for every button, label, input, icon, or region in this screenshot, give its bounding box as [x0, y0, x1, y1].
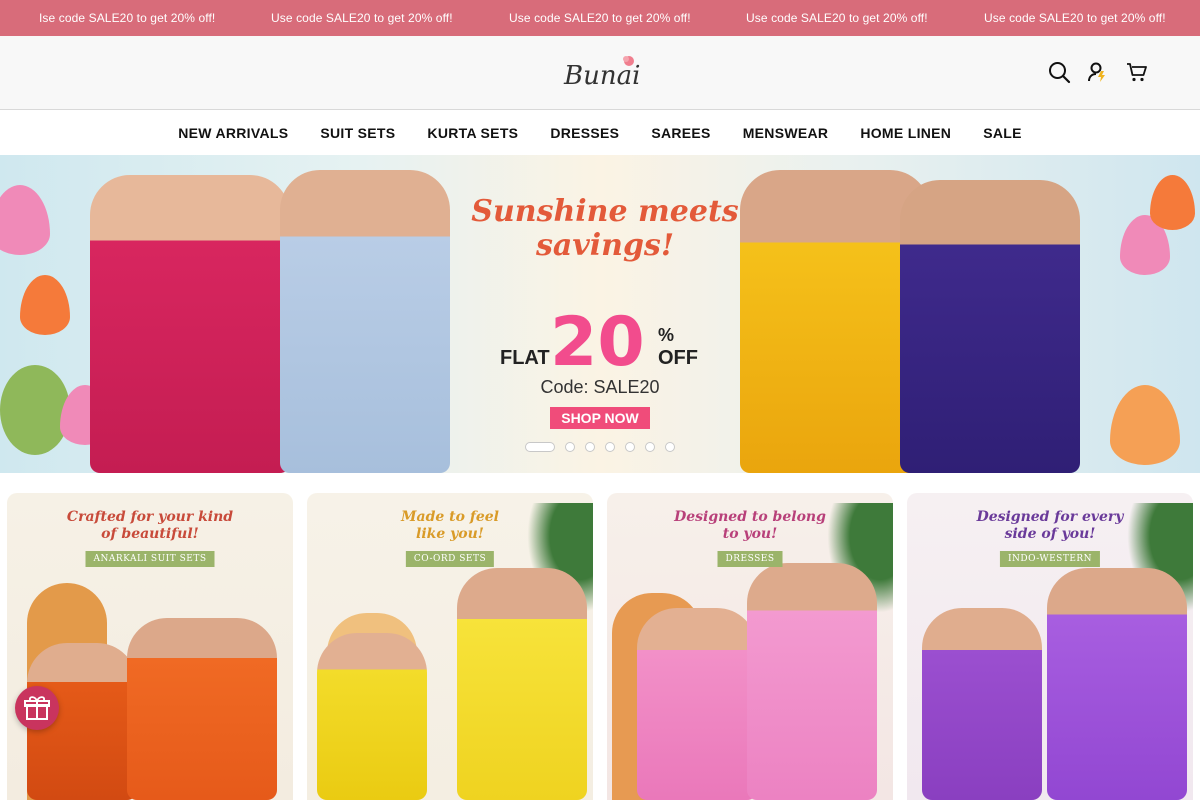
- card-title-line1: Made to feel: [401, 509, 499, 525]
- announcement-message: Use code SALE20 to get 20% off!: [984, 11, 1166, 25]
- model-figure: [127, 618, 277, 800]
- nav-item-menswear[interactable]: MENSWEAR: [743, 125, 829, 141]
- card-tag: DRESSES: [717, 551, 783, 567]
- nav-item-dresses[interactable]: DRESSES: [550, 125, 619, 141]
- lotus-decoration: [0, 185, 50, 255]
- slider-dot[interactable]: [565, 442, 575, 452]
- model-figure: [900, 180, 1080, 473]
- slider-dot[interactable]: [625, 442, 635, 452]
- hero-headline-line2: savings!: [535, 228, 674, 263]
- card-tag: ANARKALI SUIT SETS: [85, 551, 215, 567]
- model-figure: [317, 633, 427, 800]
- slider-dot[interactable]: [605, 442, 615, 452]
- hero-headline: Sunshine meets savings!: [470, 195, 740, 263]
- card-tag: CO-ORD SETS: [405, 551, 495, 567]
- card-title-line2: side of you!: [1004, 526, 1096, 542]
- model-figure: [922, 608, 1042, 800]
- lotus-decoration: [20, 275, 70, 335]
- card-title-line1: Crafted for your kind: [66, 509, 234, 525]
- offer-amount: 20: [550, 303, 645, 382]
- offer-percent: %: [658, 325, 675, 345]
- nav-item-home-linen[interactable]: HOME LINEN: [860, 125, 951, 141]
- slider-dot[interactable]: [645, 442, 655, 452]
- card-title-line1: Designed to belong: [674, 509, 826, 525]
- card-title-line2: of beautiful!: [101, 526, 199, 542]
- nav-item-new-arrivals[interactable]: NEW ARRIVALS: [178, 125, 288, 141]
- card-title: Designed for every side of you!: [907, 509, 1193, 543]
- lotus-decoration: [1150, 175, 1195, 230]
- offer-off: OFF: [658, 347, 698, 369]
- nav-item-sale[interactable]: SALE: [983, 125, 1022, 141]
- model-figure: [280, 170, 450, 473]
- gift-rewards-button[interactable]: [15, 686, 59, 730]
- announcement-message: Ise code SALE20 to get 20% off!: [39, 11, 216, 25]
- offer-flat: FLAT: [500, 347, 550, 369]
- model-figure: [747, 563, 877, 800]
- promo-code: Code: SALE20: [540, 377, 660, 397]
- model-figure: [90, 175, 290, 473]
- announcement-message: Use code SALE20 to get 20% off!: [271, 11, 453, 25]
- slider-dot-active[interactable]: [525, 442, 555, 452]
- gift-icon: [24, 696, 50, 720]
- brand-logo[interactable]: Bunai: [560, 54, 640, 92]
- model-figure: [457, 568, 587, 800]
- leaf-decoration: [0, 365, 70, 455]
- hero-headline-line1: Sunshine meets: [471, 194, 739, 229]
- category-card-anarkali[interactable]: Crafted for your kind of beautiful! ANAR…: [7, 493, 293, 800]
- card-title-line1: Designed for every: [976, 509, 1124, 525]
- card-title: Made to feel like you!: [307, 509, 593, 543]
- hero-offer: FLAT 20 % OFF: [500, 303, 700, 382]
- card-title-line2: like you!: [416, 526, 484, 542]
- nav-item-kurta-sets[interactable]: KURTA SETS: [427, 125, 518, 141]
- card-title-line2: to you!: [722, 526, 778, 542]
- search-icon[interactable]: [1047, 60, 1071, 84]
- card-title: Designed to belong to you!: [607, 509, 893, 543]
- announcement-message: Use code SALE20 to get 20% off!: [746, 11, 928, 25]
- shop-now-button[interactable]: SHOP NOW: [550, 407, 650, 429]
- category-card-dresses[interactable]: Designed to belong to you! DRESSES: [607, 493, 893, 800]
- nav-item-suit-sets[interactable]: SUIT SETS: [320, 125, 395, 141]
- announcement-message: Use code SALE20 to get 20% off!: [509, 11, 691, 25]
- model-figure: [1047, 568, 1187, 800]
- cart-icon[interactable]: [1125, 60, 1149, 84]
- model-figure: [637, 608, 757, 800]
- slider-dot[interactable]: [665, 442, 675, 452]
- site-header: Bunai: [0, 36, 1200, 110]
- category-card-co-ord[interactable]: Made to feel like you! CO-ORD SETS: [307, 493, 593, 800]
- card-title: Crafted for your kind of beautiful!: [7, 509, 293, 543]
- slider-dots: [525, 442, 675, 452]
- hero-banner[interactable]: Sunshine meets savings! FLAT 20 % OFF Co…: [0, 155, 1200, 473]
- slider-dot[interactable]: [585, 442, 595, 452]
- account-icon[interactable]: [1086, 60, 1110, 84]
- card-tag: INDO-WESTERN: [999, 551, 1101, 567]
- category-card-indo-western[interactable]: Designed for every side of you! INDO-WES…: [907, 493, 1193, 800]
- lotus-decoration: [1110, 385, 1180, 465]
- announcement-bar: Ise code SALE20 to get 20% off! Use code…: [0, 0, 1200, 36]
- nav-item-sarees[interactable]: SAREES: [651, 125, 710, 141]
- main-nav: NEW ARRIVALS SUIT SETS KURTA SETS DRESSE…: [0, 111, 1200, 155]
